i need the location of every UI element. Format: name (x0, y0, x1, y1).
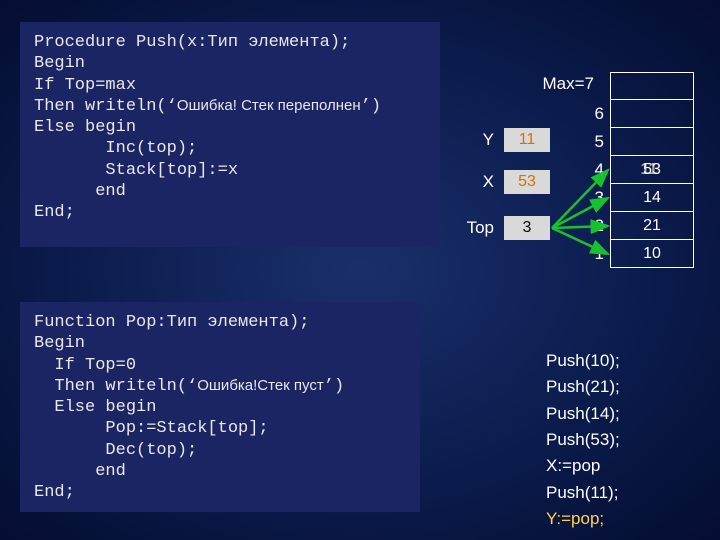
stack-cell-6 (610, 100, 694, 128)
x-label: X (474, 172, 494, 192)
y-label: Y (474, 130, 494, 150)
op-line: Push(11); (546, 480, 620, 506)
stack-cell-4-val: 53 (643, 161, 661, 179)
row-num-6: 6 (584, 104, 604, 124)
operations-list: Push(10); Push(21); Push(14); Push(53); … (546, 348, 620, 532)
row-num-4: 4 (584, 160, 604, 180)
stack-cell-7 (610, 72, 694, 100)
y-value-box: 11 (504, 128, 550, 152)
stack-cell-1: 10 (610, 240, 694, 268)
top-label: Top (458, 218, 494, 238)
row-num-5: 5 (584, 132, 604, 152)
op-line: Push(10); (546, 348, 620, 374)
stack-diagram: Max=7 53 11 14 21 10 6 5 4 3 2 1 Y 11 X … (470, 72, 700, 312)
pop-function-code: Function Pop:Тип элемента); Begin If Top… (20, 302, 420, 512)
stack-column: 53 11 14 21 10 (610, 72, 694, 268)
stack-cell-4: 53 11 (610, 156, 694, 184)
op-line: Push(21); (546, 374, 620, 400)
row-num-2: 2 (584, 216, 604, 236)
op-line: X:=pop (546, 453, 620, 479)
row-num-1: 1 (584, 244, 604, 264)
op-line-current: Y:=pop; (546, 506, 620, 532)
op-line: Push(14); (546, 401, 620, 427)
pop-error-text: Ошибка!Стек пуст (197, 377, 324, 394)
push-error-text: Ошибка! Стек переполнен (177, 97, 361, 114)
stack-cell-5 (610, 128, 694, 156)
op-line: Push(53); (546, 427, 620, 453)
x-value-box: 53 (504, 170, 550, 194)
stack-cell-2: 21 (610, 212, 694, 240)
top-value-box: 3 (504, 216, 550, 240)
push-procedure-code: Procedure Push(x:Тип элемента); Begin If… (20, 22, 440, 247)
row-num-3: 3 (584, 188, 604, 208)
stack-cell-3: 14 (610, 184, 694, 212)
max-label: Max=7 (534, 74, 594, 94)
